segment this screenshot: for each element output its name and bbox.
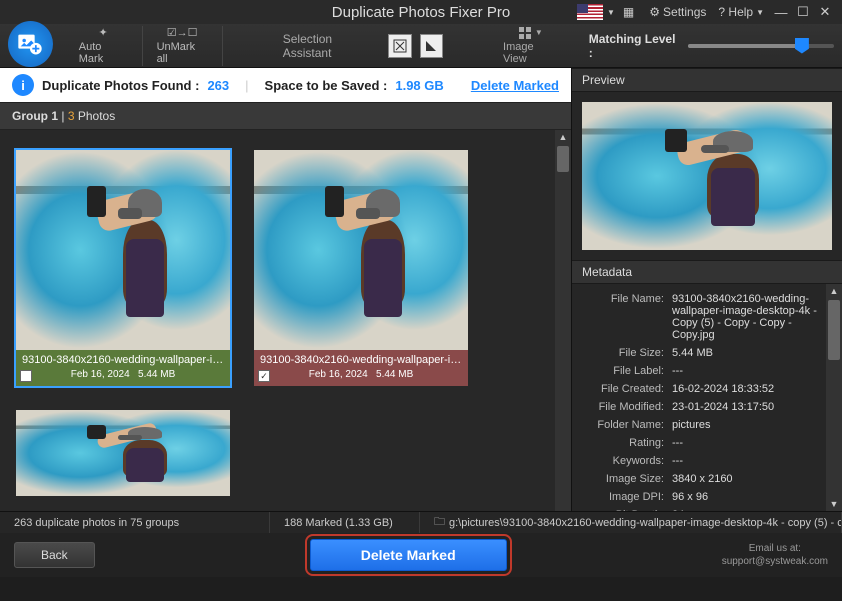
chevron-down-icon: ▼	[756, 8, 764, 17]
metadata-value: 96 x 96	[672, 491, 834, 503]
metadata-value: 3840 x 2160	[672, 473, 834, 485]
thumbnail-image	[16, 150, 230, 350]
found-label: Duplicate Photos Found :	[42, 78, 199, 93]
selection-assistant-label: Selection Assistant	[283, 32, 381, 60]
info-icon: i	[12, 74, 34, 96]
app-title: Duplicate Photos Fixer Pro	[332, 4, 510, 21]
selection-assist-2[interactable]	[420, 34, 443, 58]
scroll-up-icon[interactable]: ▲	[558, 132, 568, 142]
uncheck-icon: ☑→☐	[167, 26, 198, 39]
metadata-row: Keywords:---	[580, 452, 834, 470]
grid-menu-icon[interactable]: ▦	[623, 5, 633, 19]
metadata-key: Rating:	[580, 437, 672, 449]
thumbnail-meta: Feb 16, 2024 5.44 MB	[260, 369, 462, 380]
scrollbar-thumb[interactable]	[828, 300, 840, 360]
support-info: Email us at: support@systweak.com	[722, 542, 828, 568]
thumbnail-filename: 93100-3840x2160-wedding-wallpaper-im...	[22, 354, 224, 366]
thumbnail-checkbox[interactable]	[20, 370, 32, 382]
thumbnail-image	[254, 150, 468, 350]
space-label: Space to be Saved :	[265, 78, 388, 93]
thumbnail-card[interactable]: 93100-3840x2160-wedding-wallpaper-im... F…	[252, 148, 470, 388]
metadata-value: 16-02-2024 18:33:52	[672, 383, 834, 395]
scrollbar[interactable]: ▲	[555, 130, 571, 511]
metadata-value: ---	[672, 365, 834, 377]
metadata-value: 24	[672, 509, 834, 511]
help-button[interactable]: ? Help▼	[712, 3, 770, 21]
metadata-key: File Label:	[580, 365, 672, 377]
slider-thumb[interactable]	[795, 38, 809, 54]
found-count: 263	[207, 78, 229, 93]
metadata-key: Folder Name:	[580, 419, 672, 431]
metadata-header: Metadata	[572, 260, 842, 284]
matching-level-label: Matching Level :	[589, 32, 680, 60]
metadata-row: Bit Depth:24	[580, 506, 834, 511]
thumbnail-filename: 93100-3840x2160-wedding-wallpaper-im...	[260, 354, 462, 366]
scroll-down-icon[interactable]: ▼	[829, 499, 839, 509]
chevron-down-icon: ▼	[535, 28, 543, 37]
metadata-row: Folder Name:pictures	[580, 416, 834, 434]
grid-icon	[519, 27, 531, 39]
delete-marked-link[interactable]: Delete Marked	[471, 78, 559, 93]
metadata-row: File Name:93100-3840x2160-wedding-wallpa…	[580, 290, 834, 344]
matching-level-slider[interactable]	[688, 44, 834, 48]
thumbnail-card[interactable]: 93100-3840x2160-wedding-wallpaper-im... F…	[14, 148, 232, 388]
flag-chevron-icon[interactable]: ▼	[607, 8, 615, 17]
thumbnail-card[interactable]	[14, 408, 232, 498]
metadata-row: File Label:---	[580, 362, 834, 380]
metadata-row: Rating:---	[580, 434, 834, 452]
thumbnail-meta: Feb 16, 2024 5.44 MB	[22, 369, 224, 380]
minimize-button[interactable]: —	[770, 3, 792, 21]
delete-marked-button[interactable]: Delete Marked	[310, 539, 507, 571]
gear-icon: ⚙	[649, 5, 660, 19]
close-button[interactable]: ✕	[814, 3, 836, 21]
settings-button[interactable]: ⚙Settings	[643, 3, 712, 21]
preview-image	[582, 102, 832, 250]
metadata-row: File Size:5.44 MB	[580, 344, 834, 362]
maximize-button[interactable]: ☐	[792, 3, 814, 21]
auto-mark-button[interactable]: ✦ Auto Mark	[65, 26, 143, 66]
metadata-value: 93100-3840x2160-wedding-wallpaper-image-…	[672, 293, 834, 341]
unmark-all-button[interactable]: ☑→☐ UnMark all	[143, 26, 223, 66]
flag-icon[interactable]	[577, 4, 603, 20]
status-duplicates: 263 duplicate photos in 75 groups	[0, 512, 270, 533]
wand-icon: ✦	[99, 26, 108, 39]
metadata-key: File Size:	[580, 347, 672, 359]
back-button[interactable]: Back	[14, 542, 95, 568]
app-logo	[8, 21, 53, 67]
metadata-key: Keywords:	[580, 455, 672, 467]
metadata-key: Bit Depth:	[580, 509, 672, 511]
metadata-row: Image Size:3840 x 2160	[580, 470, 834, 488]
preview-header: Preview	[572, 68, 842, 92]
selection-assist-1[interactable]	[388, 34, 411, 58]
status-marked: 188 Marked (1.33 GB)	[270, 512, 420, 533]
thumbnail-image	[16, 410, 230, 496]
thumbnail-checkbox[interactable]: ✓	[258, 370, 270, 382]
scrollbar-thumb[interactable]	[557, 146, 569, 172]
metadata-value: 23-01-2024 13:17:50	[672, 401, 834, 413]
group-header: Group 1 | 3 Photos	[0, 102, 571, 130]
metadata-row: File Created:16-02-2024 18:33:52	[580, 380, 834, 398]
scroll-up-icon[interactable]: ▲	[829, 286, 839, 296]
metadata-row: Image DPI:96 x 96	[580, 488, 834, 506]
metadata-key: Image Size:	[580, 473, 672, 485]
folder-icon: 🗀	[434, 513, 445, 532]
metadata-key: Image DPI:	[580, 491, 672, 503]
metadata-row: File Modified:23-01-2024 13:17:50	[580, 398, 834, 416]
metadata-value: pictures	[672, 419, 834, 431]
metadata-key: File Name:	[580, 293, 672, 341]
metadata-scrollbar[interactable]: ▲ ▼	[826, 284, 842, 511]
metadata-value: ---	[672, 437, 834, 449]
image-view-button[interactable]: ▼ Image View	[503, 27, 559, 65]
metadata-key: File Created:	[580, 383, 672, 395]
space-value: 1.98 GB	[395, 78, 443, 93]
metadata-key: File Modified:	[580, 401, 672, 413]
metadata-value: ---	[672, 455, 834, 467]
status-path: 🗀 g:\pictures\93100-3840x2160-wedding-wa…	[420, 512, 842, 533]
metadata-value: 5.44 MB	[672, 347, 834, 359]
